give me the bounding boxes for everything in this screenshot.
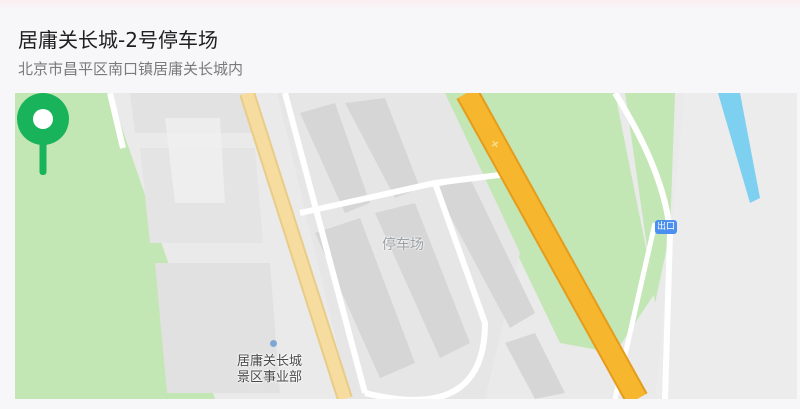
location-pin-icon[interactable] — [15, 93, 71, 177]
poi-marker-dot — [270, 340, 277, 347]
marker-label: 停车场 — [382, 237, 424, 253]
poi-label-line1: 居庸关长城 — [237, 354, 303, 369]
location-title: 居庸关长城-2号停车场 — [18, 28, 218, 52]
poi-label[interactable]: 居庸关长城 景区事业部 — [237, 354, 302, 386]
exit-badge: 出口 — [655, 220, 677, 234]
poi-label-line2: 景区事业部 — [237, 370, 303, 385]
location-card[interactable]: 居庸关长城-2号停车场 北京市昌平区南口镇居庸关长城内 居庸关长城 景区事业部 … — [0, 10, 800, 409]
map-view[interactable]: 居庸关长城 景区事业部 出口 停车场 — [15, 93, 797, 399]
location-address: 北京市昌平区南口镇居庸关长城内 — [18, 60, 244, 78]
top-edge — [0, 0, 800, 10]
